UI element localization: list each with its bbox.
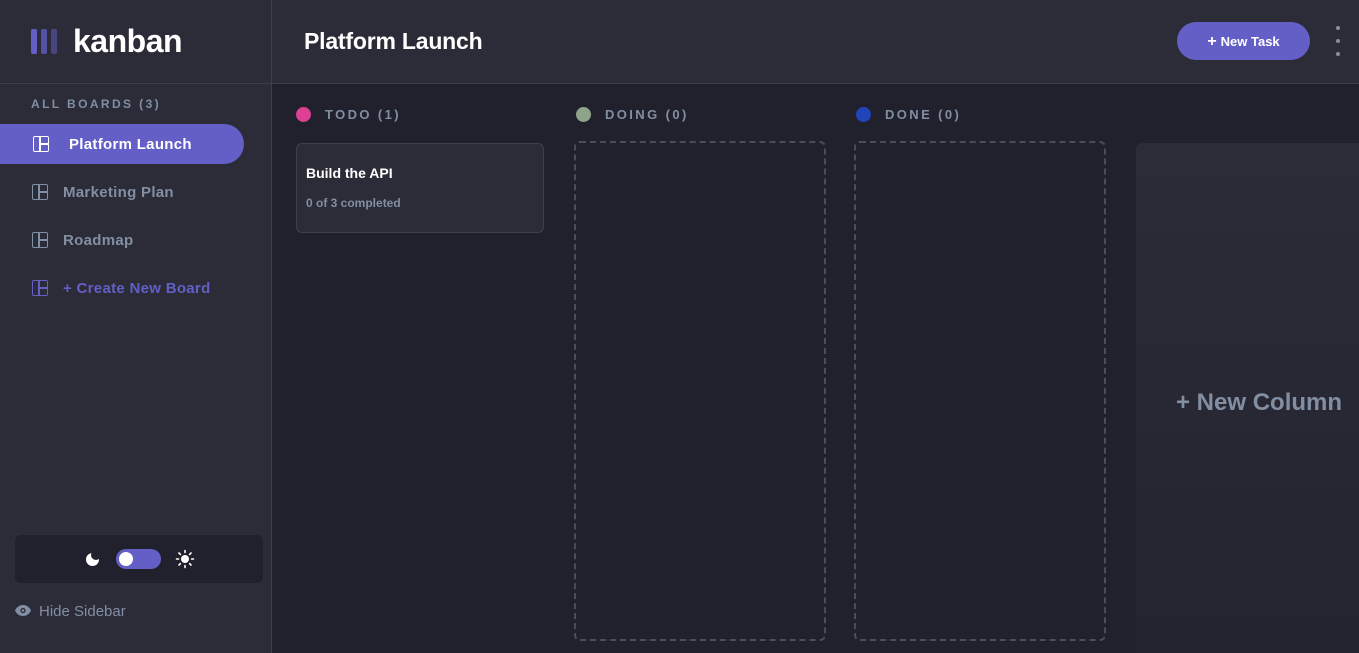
column-title: DOING (0) — [605, 106, 689, 122]
column-header: DOING (0) — [576, 105, 826, 123]
new-task-label: New Task — [1220, 33, 1280, 49]
more-options-icon[interactable] — [1332, 26, 1344, 56]
task-title: Build the API — [306, 165, 393, 181]
empty-column-dropzone[interactable] — [574, 141, 826, 641]
column-color-dot — [856, 106, 871, 122]
moon-icon — [84, 550, 102, 568]
logo-text: kanban — [73, 23, 183, 59]
column-todo: TODO (1) — [296, 105, 546, 123]
plus-icon: + — [1207, 32, 1217, 50]
create-new-board-label: + Create New Board — [63, 279, 211, 297]
sidebar-item-roadmap[interactable]: Roadmap — [0, 220, 244, 260]
column-color-dot — [296, 106, 311, 122]
sidebar-item-label: Platform Launch — [69, 135, 192, 153]
sidebar-item-label: Marketing Plan — [63, 183, 174, 201]
sidebar-item-marketing-plan[interactable]: Marketing Plan — [0, 172, 244, 212]
add-new-task-button[interactable]: + New Task — [1177, 22, 1310, 60]
column-title: DONE (0) — [885, 106, 962, 122]
toggle-knob — [118, 552, 133, 566]
empty-column-dropzone[interactable] — [854, 141, 1106, 641]
board-icon — [32, 232, 48, 248]
new-column-button[interactable]: + New Column — [1136, 143, 1359, 653]
column-header: DONE (0) — [856, 105, 1106, 123]
column-doing: DOING (0) — [576, 105, 826, 123]
board-icon — [32, 184, 48, 200]
all-boards-heading: ALL BOARDS (3) — [31, 97, 162, 111]
logo-icon — [31, 29, 57, 54]
column-header: TODO (1) — [296, 105, 546, 123]
eye-icon — [15, 603, 31, 620]
sidebar-item-platform-launch[interactable]: Platform Launch — [0, 124, 244, 164]
logo: kanban — [0, 0, 271, 84]
theme-switcher — [15, 535, 263, 583]
column-color-dot — [576, 106, 591, 122]
new-column-label: + New Column — [1176, 389, 1343, 416]
sidebar-item-label: Roadmap — [63, 231, 134, 249]
header: Platform Launch + New Task — [272, 0, 1359, 84]
column-done: DONE (0) — [856, 105, 1106, 123]
column-title: TODO (1) — [325, 106, 402, 122]
page-title: Platform Launch — [304, 28, 483, 54]
sidebar: kanban ALL BOARDS (3) Platform Launch Ma… — [0, 0, 272, 653]
theme-toggle[interactable] — [115, 549, 161, 569]
hide-sidebar-button[interactable]: Hide Sidebar — [15, 600, 126, 622]
board-list: Platform Launch Marketing Plan Roadmap +… — [0, 124, 272, 316]
hide-sidebar-label: Hide Sidebar — [39, 602, 126, 620]
task-card[interactable]: Build the API 0 of 3 completed — [296, 143, 544, 233]
create-new-board-button[interactable]: + Create New Board — [0, 268, 244, 308]
board-icon — [32, 280, 48, 296]
board-icon — [33, 136, 49, 152]
task-subtask-count: 0 of 3 completed — [306, 196, 401, 210]
sun-icon — [175, 549, 195, 569]
